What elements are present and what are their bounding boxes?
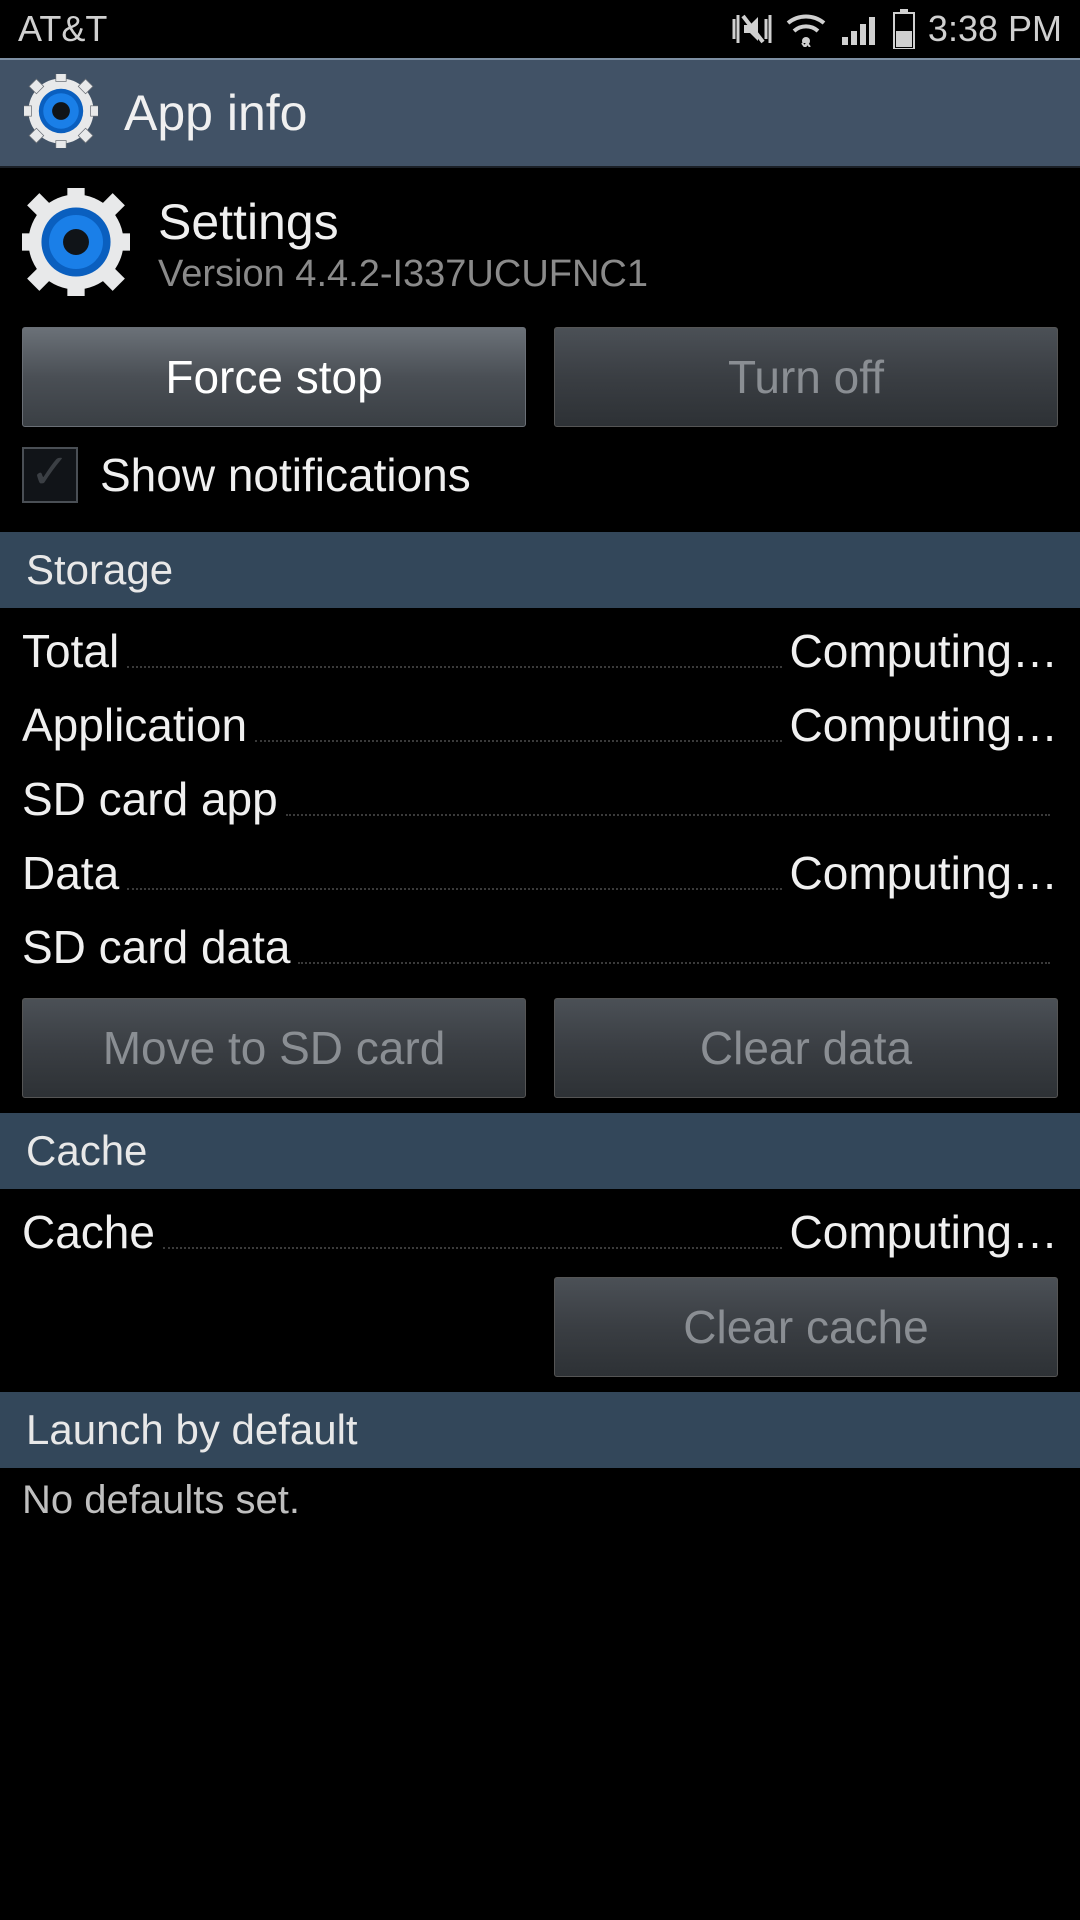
cache-label: Cache — [22, 1205, 155, 1259]
storage-application-label: Application — [22, 698, 247, 752]
app-icon — [22, 188, 130, 301]
storage-data-label: Data — [22, 846, 119, 900]
cache-button-row: Clear cache — [0, 1265, 1080, 1389]
app-meta: Settings Version 4.4.2-I337UCUFNC1 — [158, 193, 648, 296]
row-divider — [298, 962, 1050, 964]
storage-data-row: Data Computing… — [0, 832, 1080, 906]
turn-off-button[interactable]: Turn off — [554, 327, 1058, 427]
row-divider — [127, 888, 781, 890]
battery-icon — [892, 9, 916, 49]
cache-value: Computing… — [790, 1205, 1058, 1259]
storage-application-row: Application Computing… — [0, 684, 1080, 758]
show-notifications-label: Show notifications — [100, 448, 471, 502]
clear-data-button[interactable]: Clear data — [554, 998, 1058, 1098]
action-button-row: Force stop Turn off — [0, 309, 1080, 439]
storage-total-value: Computing… — [790, 624, 1058, 678]
storage-section-header: Storage — [0, 529, 1080, 610]
row-divider — [127, 666, 781, 668]
move-to-sd-button[interactable]: Move to SD card — [22, 998, 526, 1098]
row-divider — [286, 814, 1050, 816]
app-header: Settings Version 4.4.2-I337UCUFNC1 — [0, 168, 1080, 309]
title-bar: App info — [0, 58, 1080, 168]
storage-total-row: Total Computing… — [0, 610, 1080, 684]
storage-sdcard-data-label: SD card data — [22, 920, 290, 974]
settings-gear-icon — [24, 74, 98, 153]
row-divider — [163, 1247, 782, 1249]
clock-label: 3:38 PM — [928, 8, 1062, 50]
storage-sdcard-data-row: SD card data — [0, 906, 1080, 980]
storage-application-value: Computing… — [790, 698, 1058, 752]
storage-total-label: Total — [22, 624, 119, 678]
storage-sdcard-app-label: SD card app — [22, 772, 278, 826]
status-bar: AT&T 3:38 PM — [0, 0, 1080, 58]
show-notifications-checkbox[interactable]: ✓ — [22, 447, 78, 503]
storage-button-row: Move to SD card Clear data — [0, 980, 1080, 1110]
force-stop-button[interactable]: Force stop — [22, 327, 526, 427]
cache-section-header: Cache — [0, 1110, 1080, 1191]
signal-icon — [840, 11, 880, 47]
carrier-label: AT&T — [18, 8, 107, 50]
app-version: Version 4.4.2-I337UCUFNC1 — [158, 253, 648, 296]
page-title: App info — [124, 84, 307, 142]
cache-row: Cache Computing… — [0, 1191, 1080, 1265]
status-icons: 3:38 PM — [732, 8, 1062, 50]
row-divider — [255, 740, 782, 742]
defaults-text: No defaults set. — [0, 1470, 1080, 1523]
wifi-icon — [784, 11, 828, 47]
show-notifications-row[interactable]: ✓ Show notifications — [0, 439, 1080, 529]
check-icon: ✓ — [30, 449, 70, 497]
vibrate-mute-icon — [732, 11, 772, 47]
clear-cache-button[interactable]: Clear cache — [554, 1277, 1058, 1377]
launch-section-header: Launch by default — [0, 1389, 1080, 1470]
app-name: Settings — [158, 193, 648, 251]
storage-data-value: Computing… — [790, 846, 1058, 900]
storage-sdcard-app-row: SD card app — [0, 758, 1080, 832]
